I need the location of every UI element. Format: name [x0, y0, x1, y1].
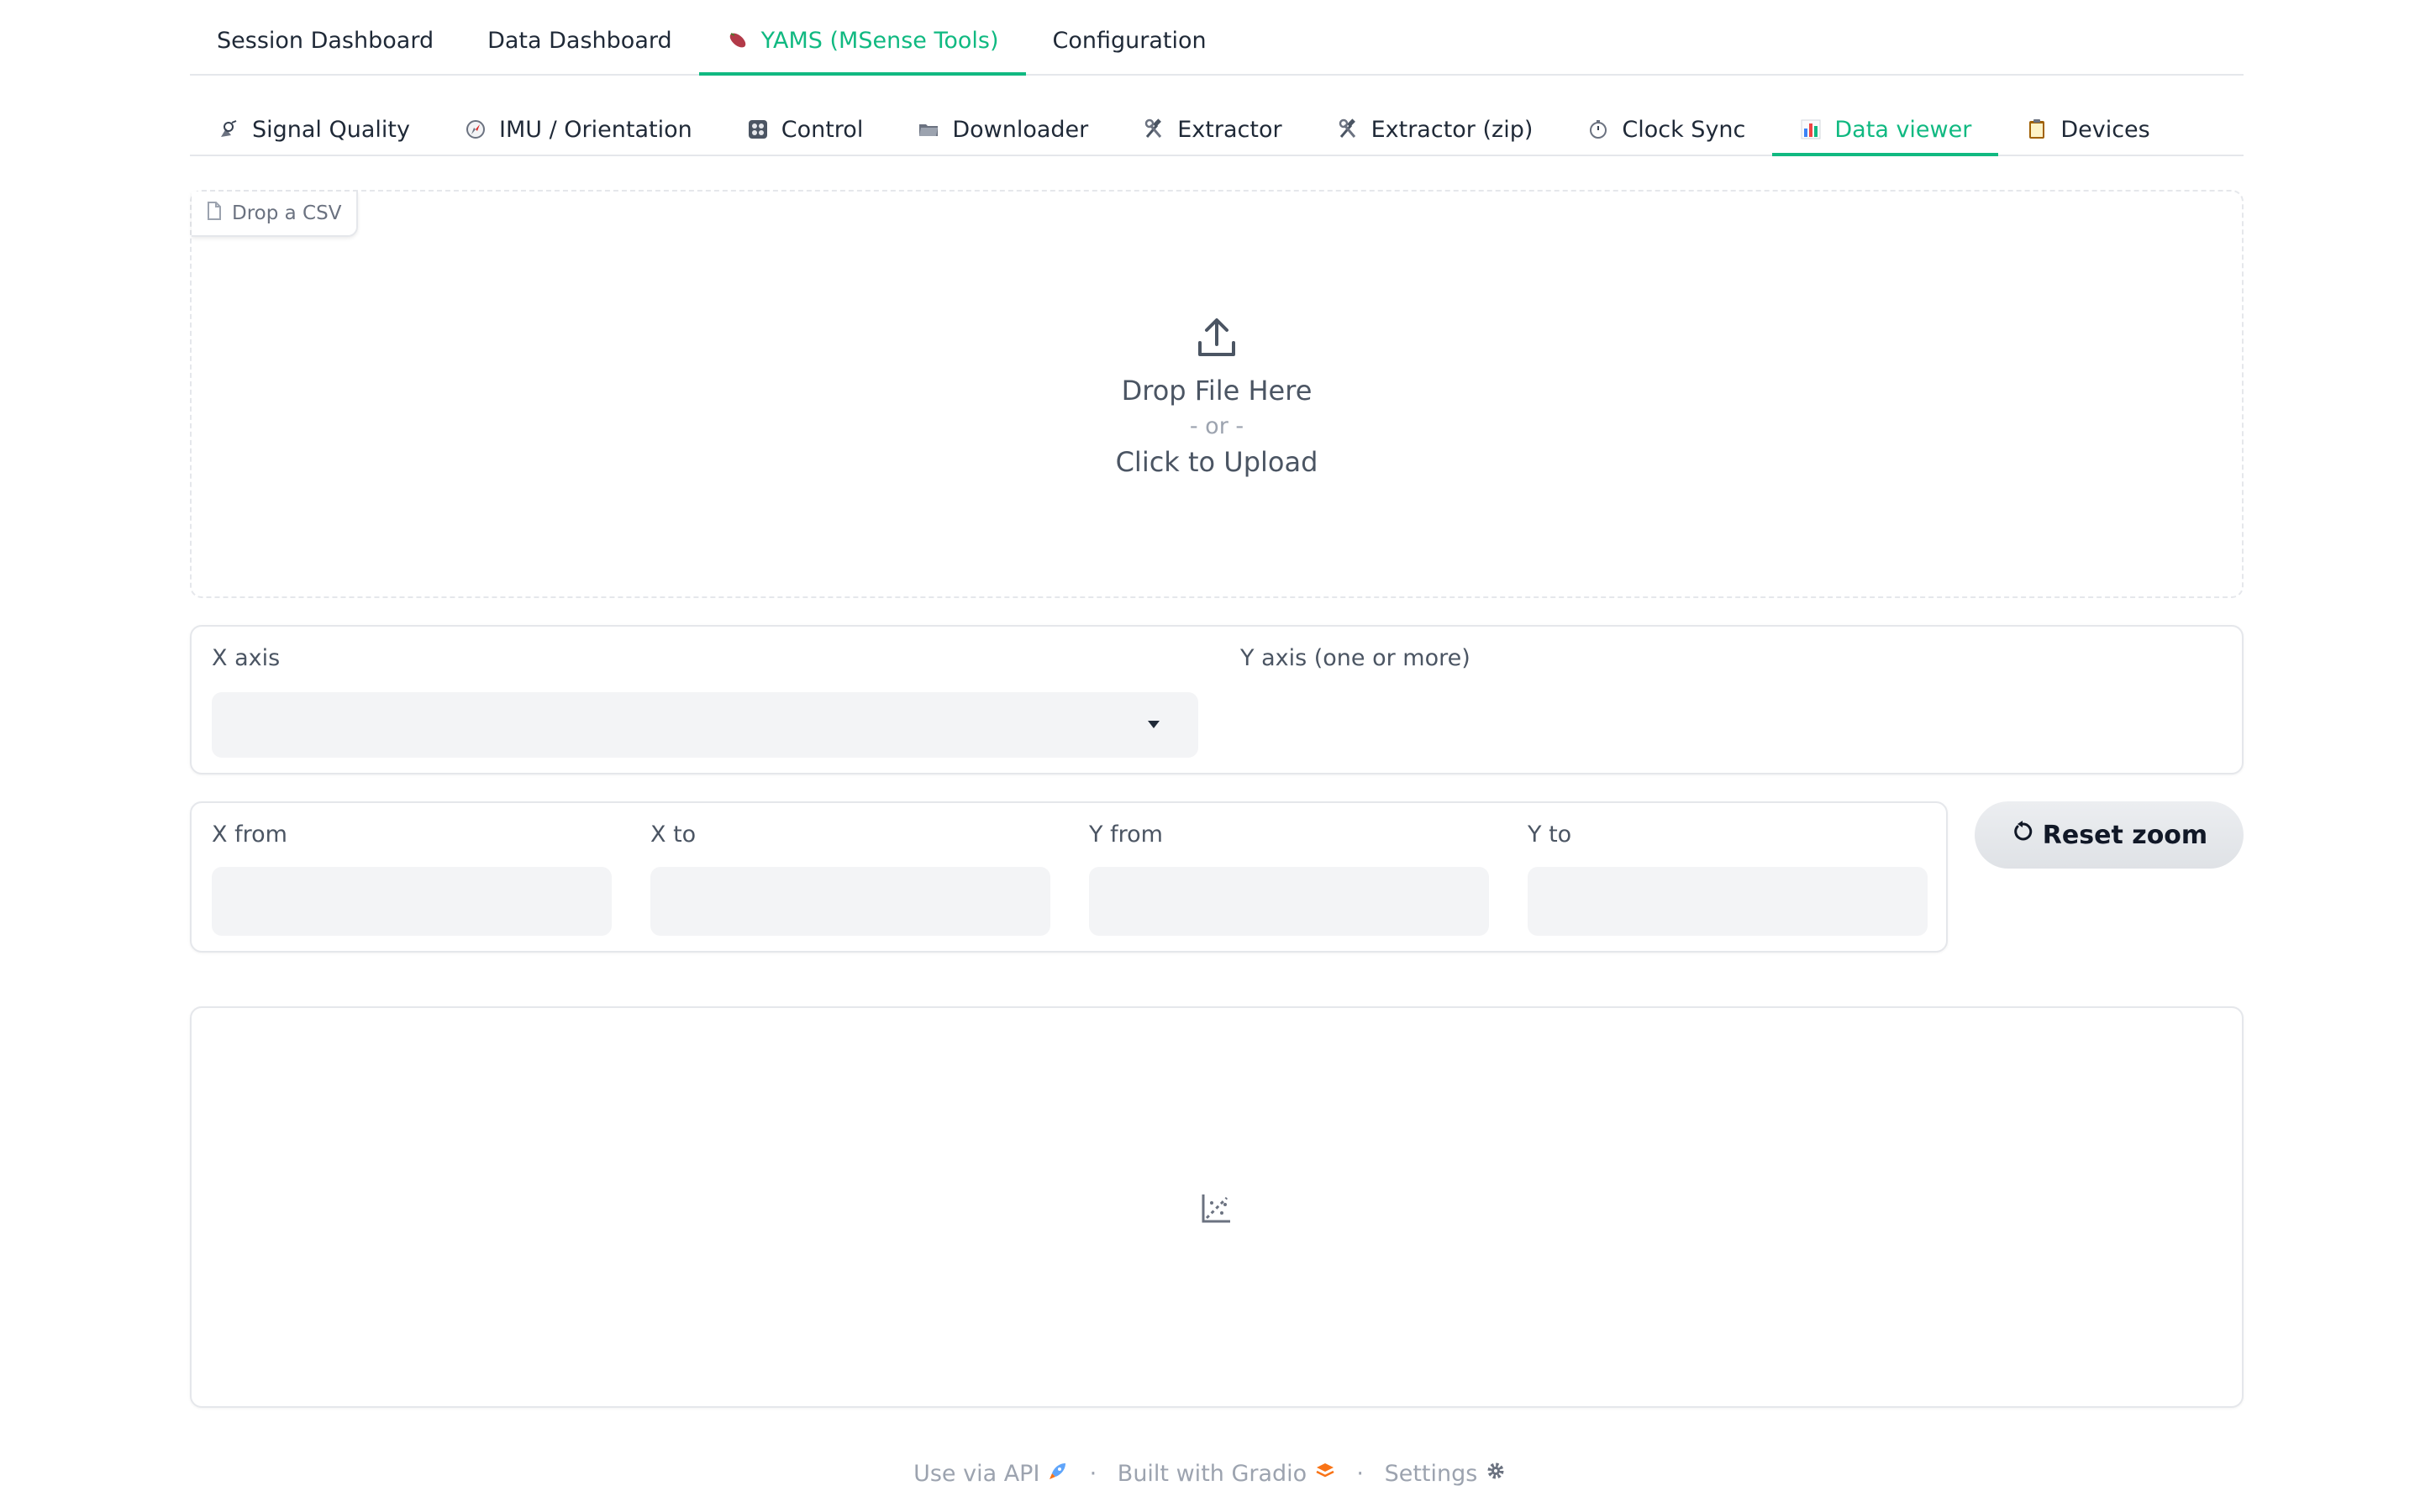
- or-text: - or -: [1189, 413, 1244, 439]
- hammer-wrench-icon: [1142, 118, 1165, 141]
- caret-down-icon: [1148, 721, 1160, 728]
- compass-icon: [464, 118, 487, 141]
- tab-clock-sync[interactable]: Clock Sync: [1560, 99, 1772, 155]
- tab-label: Extractor: [1177, 116, 1282, 143]
- reset-icon: [2011, 820, 2034, 850]
- separator: ·: [1089, 1461, 1097, 1487]
- footer: Use via API · Built with Gradio · Settin…: [0, 1460, 2420, 1488]
- tab-data-viewer[interactable]: Data viewer: [1772, 99, 1999, 156]
- rocket-icon: [1047, 1462, 1069, 1488]
- tab-signal-quality[interactable]: Signal Quality: [190, 99, 437, 155]
- gradio-logo-icon: [1314, 1462, 1336, 1488]
- tab-label: Data viewer: [1834, 116, 1972, 143]
- x-to-label: X to: [650, 822, 697, 848]
- use-via-api-link[interactable]: Use via API: [913, 1461, 1039, 1487]
- reset-zoom-button[interactable]: Reset zoom: [1975, 801, 2244, 869]
- separator: ·: [1356, 1461, 1364, 1487]
- tab-label: Clock Sync: [1622, 116, 1746, 143]
- top-tab-bar: Session Dashboard Data Dashboard YAMS (M…: [190, 0, 2244, 76]
- control-knobs-icon: [746, 118, 770, 141]
- upload-icon: [192, 316, 2242, 363]
- y-to-input[interactable]: [1528, 867, 1928, 936]
- bar-chart-icon: [1799, 118, 1823, 141]
- tab-label: Control: [781, 116, 864, 143]
- tab-label: IMU / Orientation: [499, 116, 692, 143]
- tab-extractor[interactable]: Extractor: [1115, 99, 1308, 155]
- tab-control[interactable]: Control: [719, 99, 891, 155]
- hammer-wrench-icon: [1336, 118, 1360, 141]
- tab-label: Downloader: [952, 116, 1089, 143]
- tab-extractor-zip[interactable]: Extractor (zip): [1309, 99, 1560, 155]
- upload-prompt: Drop File Here - or - Click to Upload: [192, 316, 2242, 478]
- y-from-input[interactable]: [1089, 867, 1489, 936]
- folder-icon: [917, 118, 940, 141]
- tab-label: Configuration: [1052, 27, 1207, 54]
- tab-label: Devices: [2060, 116, 2150, 143]
- axis-selection-panel: X axis Y axis (one or more): [190, 625, 2244, 774]
- tab-data-dashboard[interactable]: Data Dashboard: [460, 0, 699, 74]
- tab-downloader[interactable]: Downloader: [890, 99, 1115, 155]
- tab-label: Extractor (zip): [1370, 116, 1534, 143]
- zoom-range-panel: X from X to Y from Y to: [190, 801, 1948, 953]
- tab-devices[interactable]: Devices: [1998, 99, 2176, 155]
- x-from-input[interactable]: [212, 867, 612, 936]
- tab-label: YAMS (MSense Tools): [760, 27, 999, 54]
- tab-configuration[interactable]: Configuration: [1026, 0, 1234, 74]
- tab-yams[interactable]: YAMS (MSense Tools): [698, 0, 1026, 76]
- csv-upload-dropzone[interactable]: Drop a CSV Drop File Here - or - Click t…: [190, 190, 2244, 598]
- settings-link[interactable]: Settings: [1385, 1461, 1478, 1487]
- chart-placeholder-icon: [1200, 1191, 1234, 1228]
- x-axis-label: X axis: [212, 645, 281, 671]
- plot-area[interactable]: [190, 1006, 2244, 1408]
- y-axis-label: Y axis (one or more): [1240, 645, 1470, 671]
- tab-session-dashboard[interactable]: Session Dashboard: [190, 0, 460, 74]
- built-with-gradio-link[interactable]: Built with Gradio: [1118, 1461, 1307, 1487]
- clipboard-icon: [2025, 118, 2049, 141]
- upload-label-text: Drop a CSV: [232, 202, 342, 224]
- stopwatch-icon: [1586, 118, 1610, 141]
- file-icon: [207, 202, 222, 225]
- drop-file-text: Drop File Here: [1121, 375, 1313, 407]
- gear-icon: [1485, 1462, 1507, 1488]
- y-to-label: Y to: [1528, 822, 1572, 848]
- x-from-label: X from: [212, 822, 287, 848]
- x-axis-dropdown[interactable]: [212, 692, 1198, 758]
- sub-tab-bar: Signal Quality IMU / Orientation Control…: [190, 99, 2244, 156]
- click-to-upload-text[interactable]: Click to Upload: [192, 446, 2242, 478]
- satellite-antenna-icon: [217, 118, 240, 141]
- tab-label: Data Dashboard: [487, 27, 672, 54]
- tab-label: Session Dashboard: [217, 27, 434, 54]
- sweet-potato-icon: [726, 29, 750, 52]
- x-to-input[interactable]: [650, 867, 1050, 936]
- tab-imu-orientation[interactable]: IMU / Orientation: [437, 99, 719, 155]
- reset-zoom-label: Reset zoom: [2042, 820, 2208, 850]
- y-from-label: Y from: [1089, 822, 1163, 848]
- tab-label: Signal Quality: [252, 116, 410, 143]
- upload-label: Drop a CSV: [192, 192, 359, 237]
